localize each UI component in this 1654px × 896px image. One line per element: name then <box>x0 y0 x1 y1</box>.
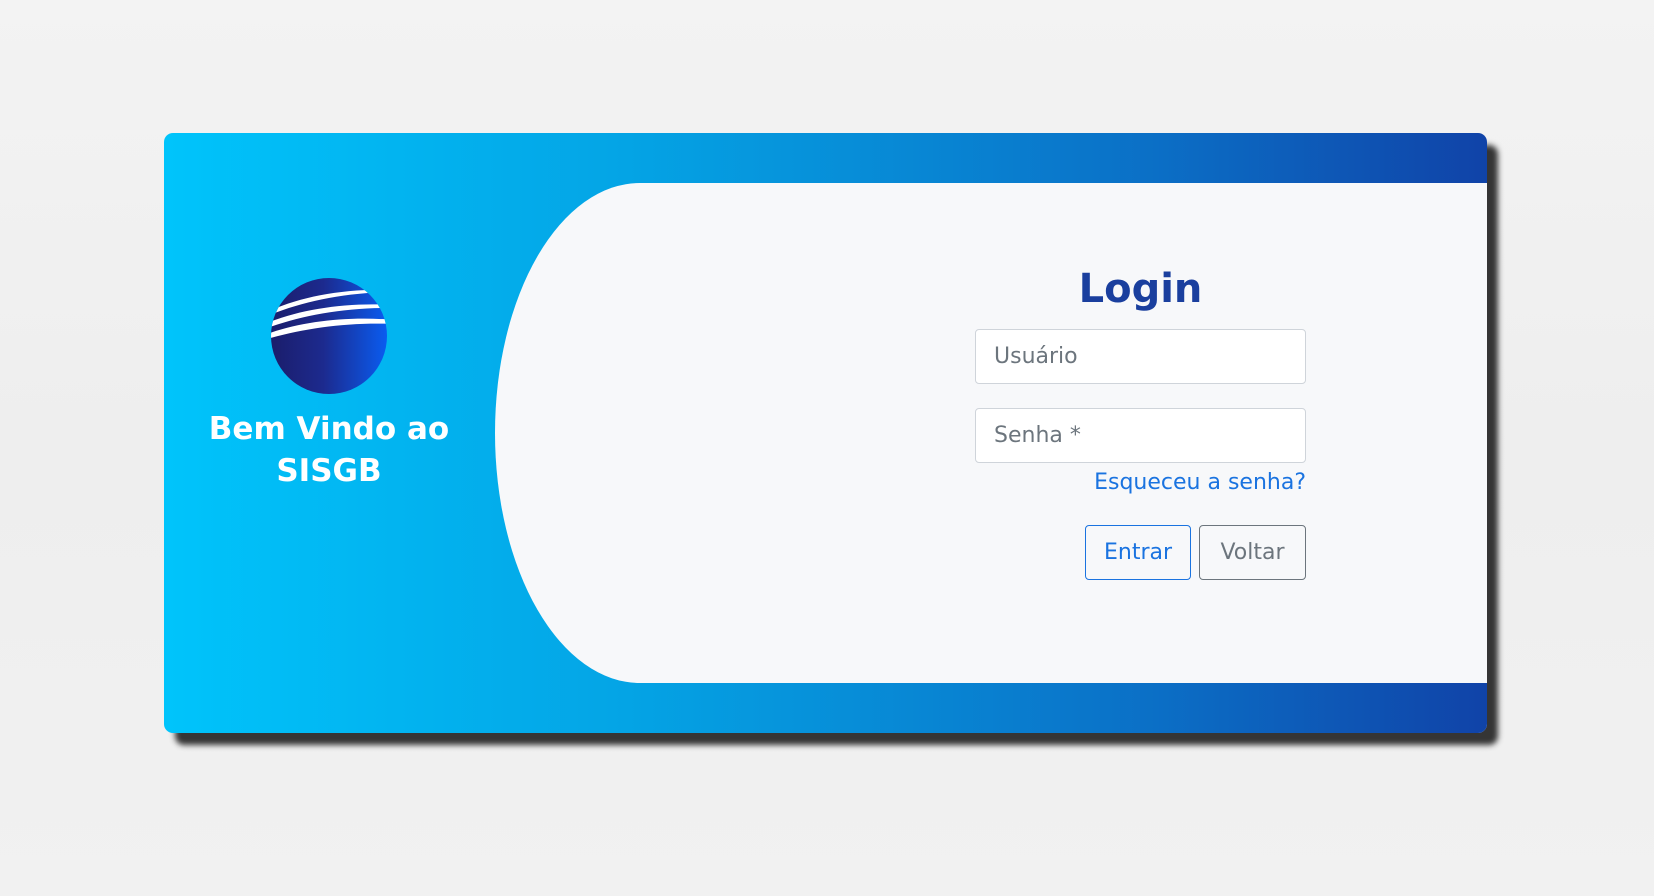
globe-stripes-logo-icon <box>271 278 387 394</box>
login-form: Login Esqueceu a senha? Entrar Voltar <box>975 262 1306 580</box>
enter-button[interactable]: Entrar <box>1085 525 1191 580</box>
login-title: Login <box>1078 266 1203 312</box>
back-button[interactable]: Voltar <box>1199 525 1306 580</box>
welcome-heading: Bem Vindo ao SISGB <box>208 411 450 489</box>
password-input[interactable] <box>975 408 1306 463</box>
brand-section: Bem Vindo ao SISGB <box>204 278 454 492</box>
forgot-password-link[interactable]: Esqueceu a senha? <box>975 465 1306 501</box>
form-actions: Entrar Voltar <box>975 525 1306 580</box>
username-input[interactable] <box>975 329 1306 384</box>
